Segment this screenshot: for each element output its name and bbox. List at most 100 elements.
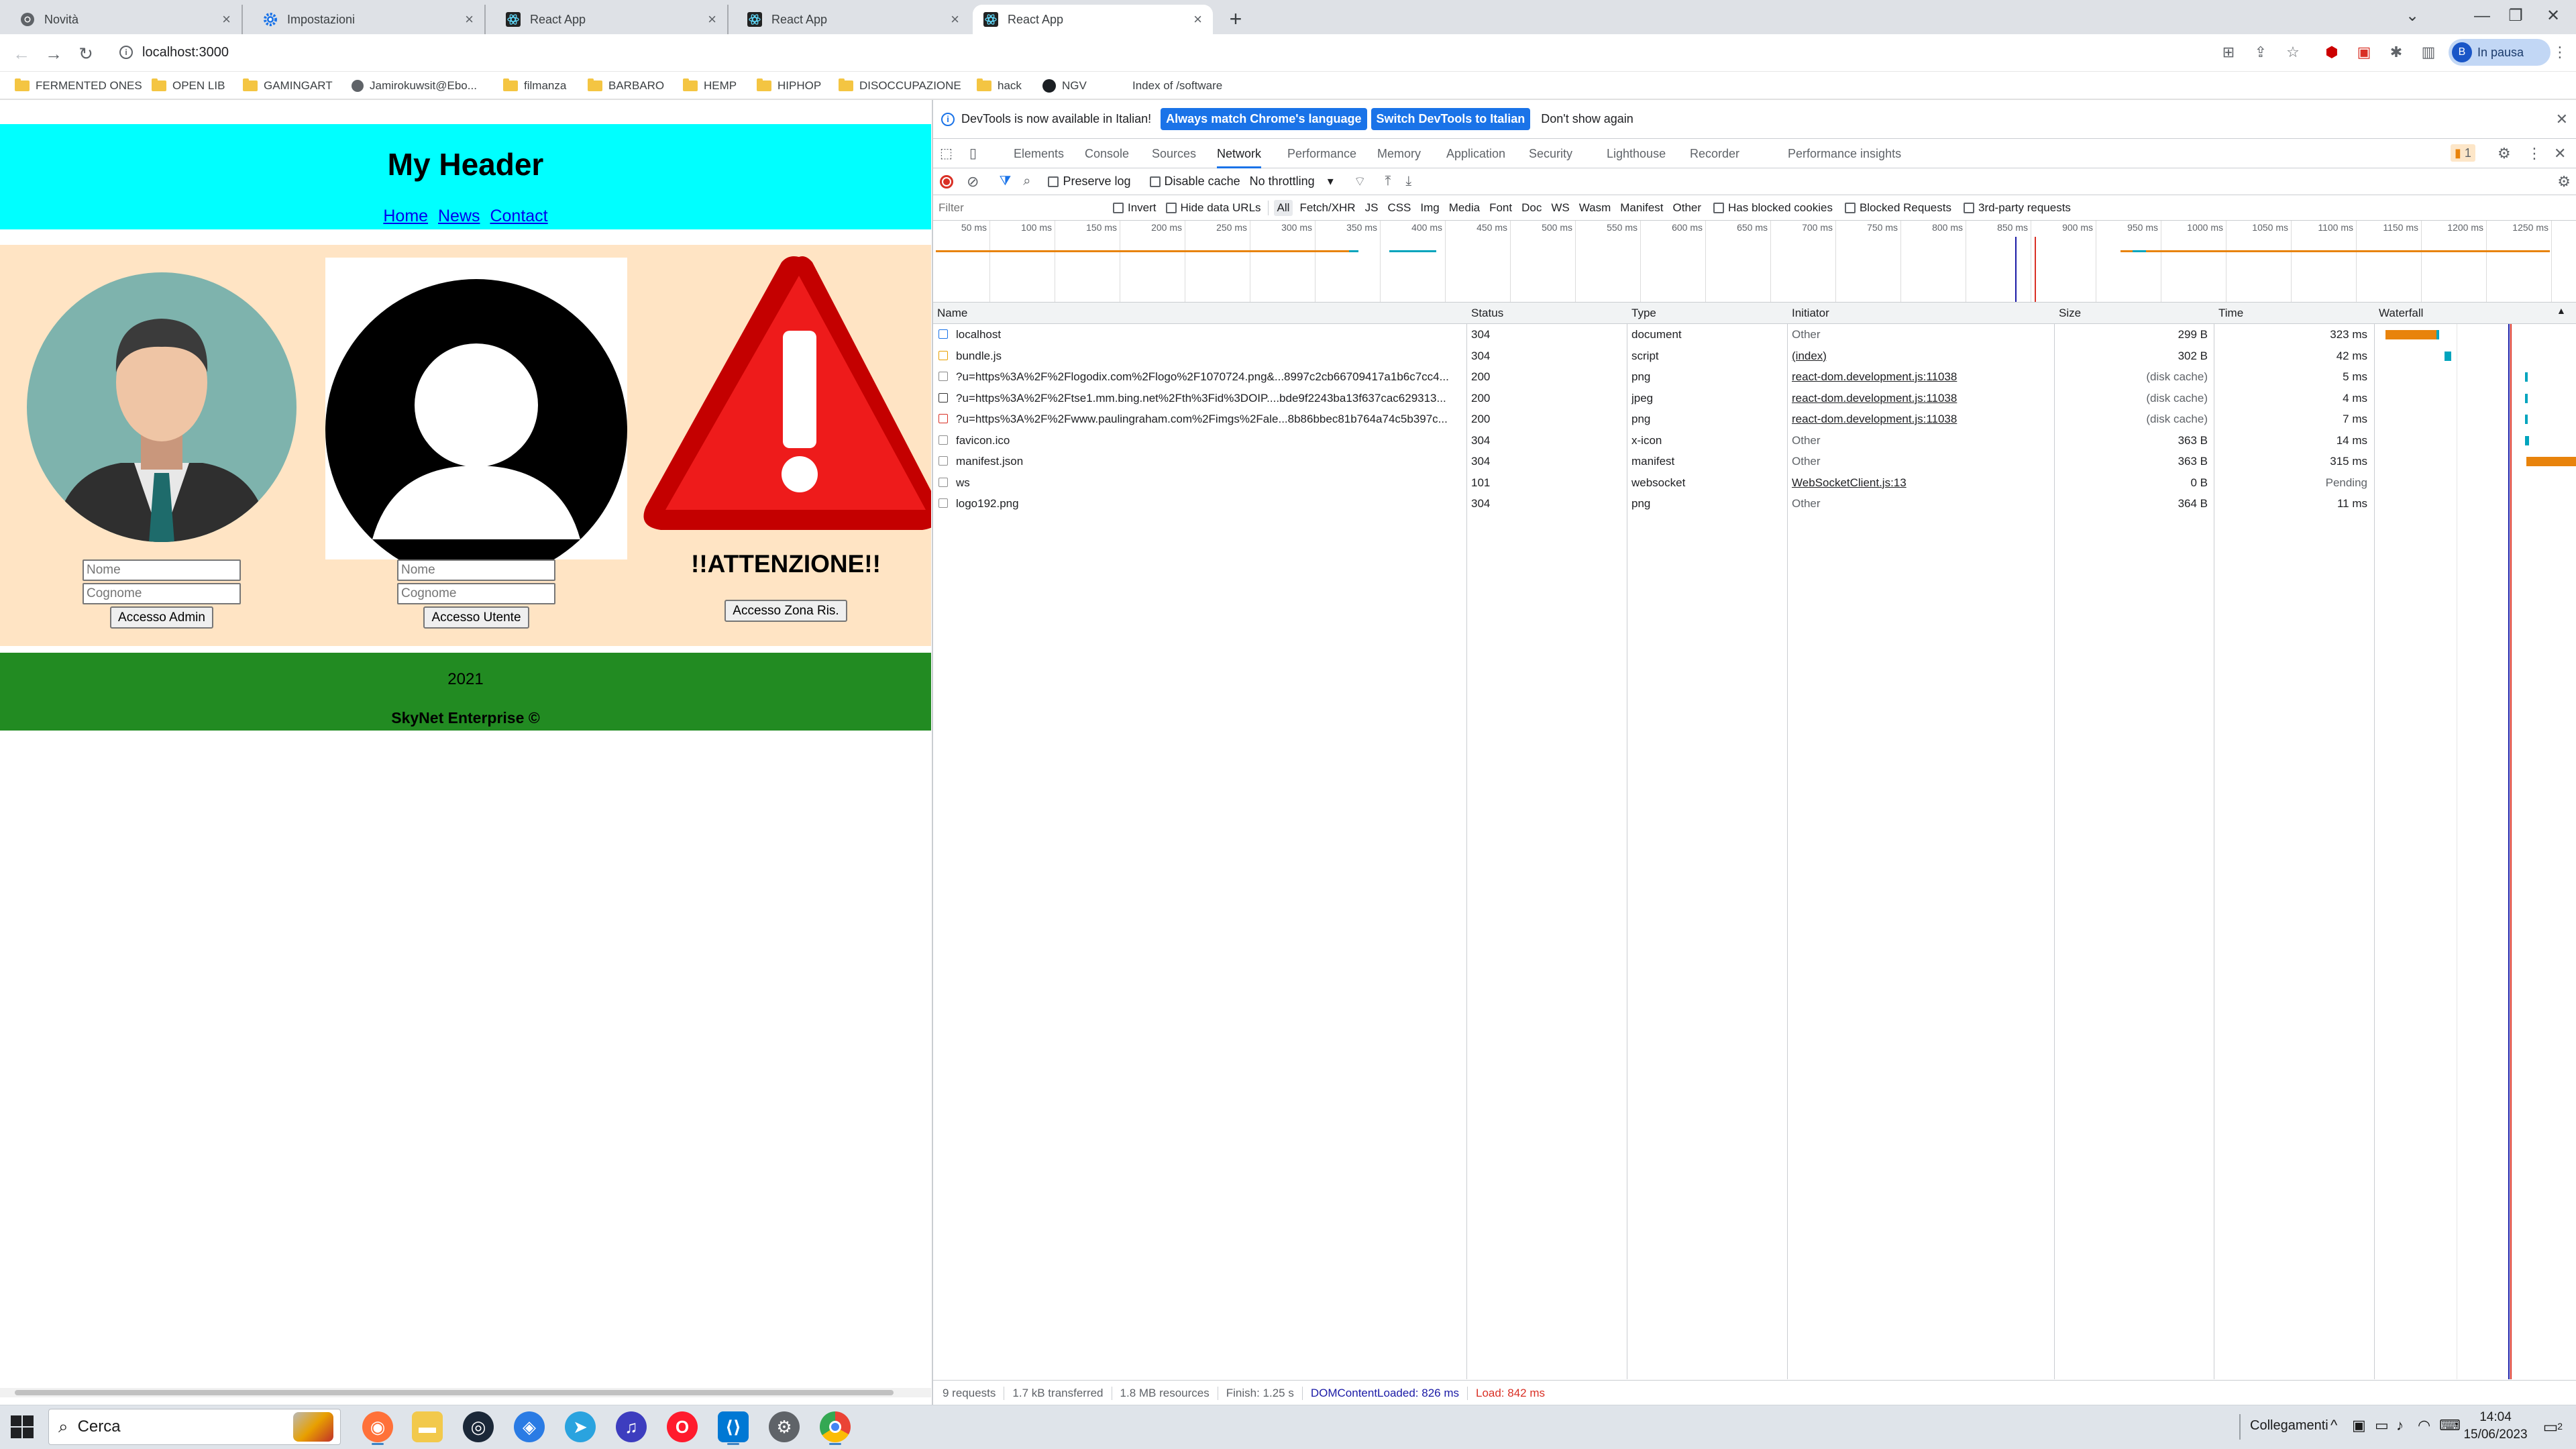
chrome-menu-icon[interactable]: ⋮ [2549,42,2571,63]
tab-network[interactable]: Network [1217,139,1262,168]
row-initiator[interactable]: react-dom.development.js:11038 [1792,388,2047,409]
switch-language-button[interactable]: Switch DevTools to Italian [1371,108,1531,130]
dismiss-infobar-button[interactable]: Don't show again [1541,112,1633,126]
user-last-name-input[interactable] [397,583,555,604]
row-initiator[interactable]: react-dom.development.js:11038 [1792,409,2047,430]
filter-type-css[interactable]: CSS [1387,201,1411,215]
table-row[interactable]: bundle.js 304 script (index) 302 B 42 ms [933,345,2576,367]
tray-icon[interactable]: ▣ [2352,1417,2366,1434]
nav-link-contact[interactable]: Contact [490,207,547,225]
steam-icon[interactable]: ◎ [463,1411,494,1442]
window-close-icon[interactable]: ✕ [2533,3,2573,30]
new-tab-button[interactable]: + [1222,5,1249,32]
filter-type-wasm[interactable]: Wasm [1579,201,1611,215]
headphones-icon[interactable]: ♫ [616,1411,647,1442]
browser-tab[interactable]: Novità × [9,5,243,34]
bookmark-link[interactable]: Index of /software [1132,78,1222,93]
filter-type-fetch-xhr[interactable]: Fetch/XHR [1299,201,1355,215]
column-header-size[interactable]: Size [2059,307,2081,320]
extension-icon[interactable]: ▣ [2353,42,2375,63]
row-initiator[interactable]: WebSocketClient.js:13 [1792,472,2047,494]
filter-type-font[interactable]: Font [1489,201,1512,215]
match-language-button[interactable]: Always match Chrome's language [1161,108,1367,130]
tab-search-icon[interactable]: ⌄ [2392,3,2432,30]
preserve-log-toggle[interactable]: Preserve log [1048,174,1131,189]
profile-button[interactable]: B In pausa [2449,39,2551,66]
hide-data-urls-toggle[interactable]: Hide data URLs [1165,201,1261,215]
disable-cache-toggle[interactable]: Disable cache [1149,174,1240,189]
battery-icon[interactable]: ▭ [2375,1417,2389,1434]
bookmark-folder[interactable]: HEMP [683,78,737,93]
close-icon[interactable]: × [951,11,959,28]
tab-recorder[interactable]: Recorder [1690,139,1739,168]
side-panel-icon[interactable]: ▥ [2418,42,2439,63]
user-first-name-input[interactable] [397,559,555,581]
filter-type-media[interactable]: Media [1449,201,1480,215]
table-row[interactable]: manifest.json 304 manifest Other 363 B 315 ms [933,451,2576,472]
blocked-requests-toggle[interactable]: Blocked Requests [1844,201,1951,215]
forward-icon[interactable]: → [40,40,67,67]
install-app-icon[interactable]: ⊞ [2218,42,2239,63]
settings-gear-icon[interactable]: ⚙ [2498,139,2511,168]
clear-icon[interactable]: ⊘ [967,173,979,191]
table-row[interactable]: localhost 304 document Other 299 B 323 ms [933,324,2576,345]
settings-gear-icon[interactable]: ⚙ [769,1411,800,1442]
column-header-initiator[interactable]: Initiator [1792,307,1829,320]
clock[interactable]: 14:04 15/06/2023 [2455,1410,2536,1442]
admin-first-name-input[interactable] [83,559,241,581]
bookmark-folder[interactable]: HIPHOP [757,78,821,93]
row-initiator[interactable]: (index) [1792,345,2047,367]
tab-performance[interactable]: Performance [1287,139,1356,168]
table-row[interactable]: ?u=https%3A%2F%2Ftse1.mm.bing.net%2Fth%3… [933,388,2576,409]
throttling-select[interactable]: No throttling ▾ [1250,174,1334,189]
horizontal-scrollbar[interactable] [0,1388,931,1397]
share-icon[interactable]: ⇪ [2250,42,2271,63]
column-header-name[interactable]: Name [937,307,967,320]
admin-login-button[interactable]: Accesso Admin [110,606,213,629]
invert-toggle[interactable]: Invert [1113,201,1157,215]
ublock-icon[interactable]: ⬢ [2321,42,2343,63]
chrome-icon[interactable] [820,1411,851,1445]
address-bar[interactable]: localhost:3000 [110,39,2310,66]
restricted-area-button[interactable]: Accesso Zona Ris. [724,600,847,622]
network-settings-icon[interactable]: ⚙ [2557,173,2571,191]
filter-type-ws[interactable]: WS [1551,201,1569,215]
firefox-icon[interactable]: ◉ [362,1411,393,1445]
close-icon[interactable]: × [465,11,474,28]
bookmark-folder[interactable]: OPEN LIB [152,78,225,93]
bookmark-link[interactable]: NGV [1042,78,1087,93]
tab-sources[interactable]: Sources [1152,139,1196,168]
tab-security[interactable]: Security [1529,139,1572,168]
close-devtools-icon[interactable]: ✕ [2554,139,2566,168]
table-row[interactable]: ?u=https%3A%2F%2Fwww.paulingraham.com%2F… [933,409,2576,430]
bookmark-folder[interactable]: DISOCCUPAZIONE [839,78,961,93]
network-overview-timeline[interactable]: 50 ms 100 ms 150 ms 200 ms 250 ms 300 ms 350 m… [933,221,2576,303]
chevron-up-icon[interactable]: ^ [2330,1417,2337,1434]
inspect-element-icon[interactable]: ⬚ [940,139,953,168]
column-header-status[interactable]: Status [1471,307,1503,320]
bookmark-link[interactable]: Jamirokuwsit@Ebo... [352,78,477,93]
reload-icon[interactable]: ↻ [72,40,99,67]
tab-lighthouse[interactable]: Lighthouse [1607,139,1666,168]
column-header-waterfall[interactable]: Waterfall [2379,307,2423,320]
browser-tab[interactable]: React App × [495,5,729,34]
bookmark-folder[interactable]: FERMENTED ONES [15,78,142,93]
nav-link-news[interactable]: News [438,207,480,225]
column-header-time[interactable]: Time [2218,307,2243,320]
export-har-icon[interactable]: ⤓ [1405,174,1411,189]
bookmark-folder[interactable]: GAMINGART [243,78,333,93]
tab-console[interactable]: Console [1085,139,1129,168]
tab-performance-insights[interactable]: Performance insights [1788,139,1901,168]
filter-input[interactable] [938,198,1106,217]
browser-tab[interactable]: Impostazioni × [252,5,486,34]
file-explorer-icon[interactable]: ▬ [412,1411,443,1442]
table-row[interactable]: ws 101 websocket WebSocketClient.js:13 0 B Pe… [933,472,2576,494]
browser-tab[interactable]: React App × [737,5,970,34]
restore-icon[interactable]: ❐ [2496,3,2536,30]
user-login-button[interactable]: Accesso Utente [423,606,529,629]
scrollbar-thumb[interactable] [15,1390,894,1395]
blocked-cookies-toggle[interactable]: Has blocked cookies [1713,201,1833,215]
table-row[interactable]: favicon.ico 304 x-icon Other 363 B 14 ms [933,430,2576,451]
network-conditions-icon[interactable]: ⌔ [1354,173,1366,190]
filter-type-js[interactable]: JS [1365,201,1379,215]
